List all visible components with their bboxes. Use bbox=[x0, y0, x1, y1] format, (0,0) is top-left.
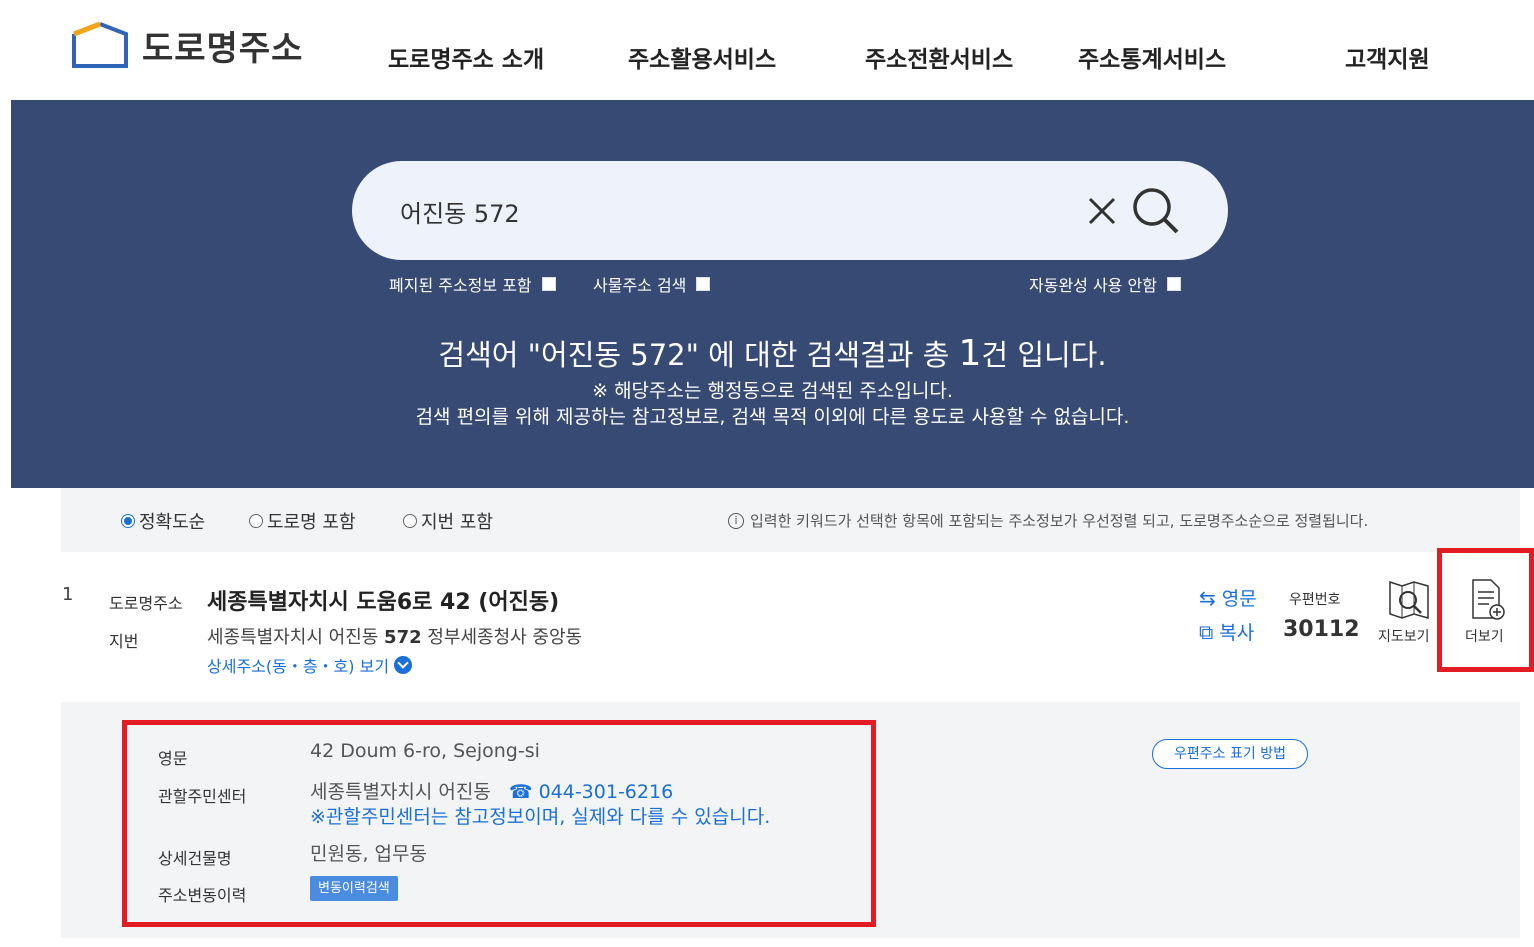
jibun-label: 지번 bbox=[109, 632, 139, 651]
history-search-button[interactable]: 변동이력검색 bbox=[310, 876, 398, 901]
nav-convert-service[interactable]: 주소전환서비스 bbox=[865, 40, 1013, 74]
result-summary: 검색어 "어진동 572" 에 대한 검색결과 총 1건 입니다. bbox=[438, 333, 1107, 374]
building-value: 민원동, 업무동 bbox=[310, 843, 427, 865]
zipcode-label: 우편번호 bbox=[1289, 592, 1341, 608]
center-phone[interactable]: ☎ 044-301-6216 bbox=[509, 781, 673, 803]
nav-stats-service[interactable]: 주소통계서비스 bbox=[1078, 40, 1226, 74]
center-label: 관할주민센터 bbox=[158, 787, 247, 806]
option-abolished[interactable]: 폐지된 주소정보 포함 bbox=[389, 272, 556, 296]
option-object-address[interactable]: 사물주소 검색 bbox=[593, 272, 711, 296]
center-note: ※관할주민센터는 참고정보이며, 실제와 다를 수 있습니다. bbox=[310, 806, 771, 828]
main-nav: 도로명주소 소개 주소활용서비스 주소전환서비스 주소통계서비스 고객지원 bbox=[0, 40, 1534, 74]
search-box bbox=[352, 161, 1228, 260]
result-note-usage: 검색 편의를 위해 제공하는 참고정보로, 검색 목적 이외에 다른 용도로 사… bbox=[415, 406, 1130, 428]
sort-exact-radio[interactable]: 정확도순 bbox=[121, 508, 205, 534]
center-value: 세종특별자치시 어진동 ☎ 044-301-6216 bbox=[310, 781, 674, 803]
zipcode-value: 30112 bbox=[1283, 617, 1360, 642]
more-document-icon[interactable] bbox=[1467, 578, 1507, 622]
nav-support[interactable]: 고객지원 bbox=[1345, 40, 1430, 74]
search-icon[interactable] bbox=[1130, 185, 1182, 237]
detail-address-link[interactable]: 상세주소(동・층・호) 보기 bbox=[207, 653, 413, 677]
site-header: 도로명주소 도로명주소 소개 주소활용서비스 주소전환서비스 주소통계서비스 고… bbox=[0, 0, 1534, 100]
result-number: 1 bbox=[62, 584, 74, 605]
info-icon: i bbox=[728, 512, 744, 529]
map-view-label: 지도보기 bbox=[1378, 629, 1430, 645]
phone-icon: ☎ bbox=[508, 781, 539, 803]
clear-icon[interactable] bbox=[1084, 191, 1120, 231]
english-label: 영문 bbox=[158, 749, 188, 768]
sort-note: i 입력한 키워드가 선택한 항목에 포함되는 주소정보가 우선정렬 되고, 도로… bbox=[728, 510, 1368, 531]
result-count: 1 bbox=[958, 333, 982, 374]
search-keyword: "어진동 572" bbox=[527, 338, 699, 372]
road-address: 세종특별자치시 도움6로 42 (어진동) bbox=[207, 590, 560, 615]
english-address-button[interactable]: ⇆ 영문 bbox=[1199, 584, 1257, 611]
copy-button[interactable]: ⧉ 복사 bbox=[1199, 618, 1254, 645]
sort-bar: 정확도순 도로명 포함 지번 포함 i 입력한 키워드가 선택한 항목에 포함되는… bbox=[61, 488, 1520, 552]
search-hero: 폐지된 주소정보 포함 사물주소 검색 자동완성 사용 안함 검색어 "어진동 … bbox=[11, 100, 1534, 488]
object-address-checkbox[interactable] bbox=[696, 277, 711, 291]
autocomplete-checkbox[interactable] bbox=[1166, 277, 1181, 291]
abolished-checkbox[interactable] bbox=[541, 277, 556, 291]
postal-format-button[interactable]: 우편주소 표기 방법 bbox=[1152, 739, 1308, 769]
swap-icon: ⇆ bbox=[1199, 585, 1216, 610]
search-input[interactable] bbox=[400, 191, 1040, 231]
chevron-down-icon bbox=[394, 656, 413, 674]
jibun-address: 세종특별자치시 어진동 572 정부세종청사 중앙동 bbox=[207, 627, 583, 648]
history-label: 주소변동이력 bbox=[158, 886, 247, 905]
building-label: 상세건물명 bbox=[158, 849, 232, 868]
more-label[interactable]: 더보기 bbox=[1465, 626, 1504, 646]
option-autocomplete-off[interactable]: 자동완성 사용 안함 bbox=[1029, 272, 1181, 296]
english-address: 42 Doum 6-ro, Sejong-si bbox=[310, 740, 540, 762]
road-address-label: 도로명주소 bbox=[109, 594, 183, 613]
result-note-admin: ※ 해당주소는 행정동으로 검색된 주소입니다. bbox=[592, 380, 953, 402]
copy-icon: ⧉ bbox=[1199, 619, 1214, 644]
sort-jibun-radio[interactable]: 지번 포함 bbox=[403, 508, 493, 534]
nav-intro[interactable]: 도로명주소 소개 bbox=[388, 40, 544, 74]
sort-road-radio[interactable]: 도로명 포함 bbox=[249, 508, 356, 534]
nav-usage-service[interactable]: 주소활용서비스 bbox=[628, 40, 776, 74]
